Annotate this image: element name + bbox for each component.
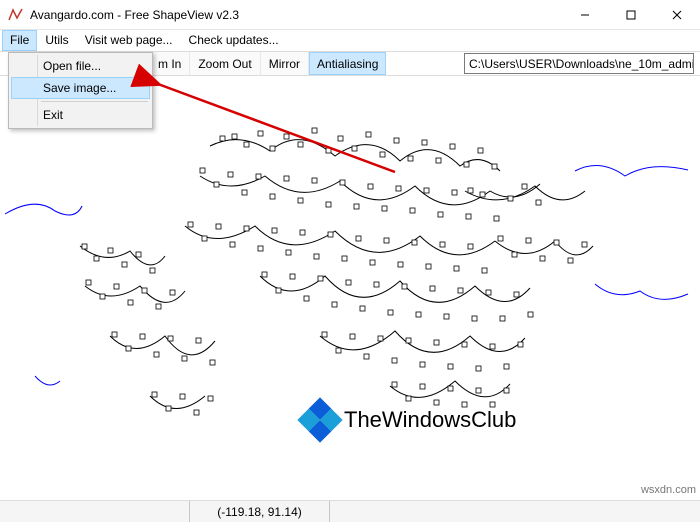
watermark: wsxdn.com [641, 484, 696, 496]
menu-separator [41, 101, 148, 102]
menu-exit[interactable]: Exit [11, 104, 150, 126]
menu-check-updates[interactable]: Check updates... [181, 30, 287, 51]
menu-file[interactable]: File [2, 30, 37, 51]
statusbar: (-119.18, 91.14) [0, 500, 700, 522]
titlebar: Avangardo.com - Free ShapeView v2.3 [0, 0, 700, 30]
thewindowsclub-logo: TheWindowsClub [300, 400, 516, 440]
status-coordinates: (-119.18, 91.14) [190, 501, 330, 522]
window-title: Avangardo.com - Free ShapeView v2.3 [30, 8, 239, 22]
status-cell-1 [0, 501, 190, 522]
antialiasing-toggle[interactable]: Antialiasing [309, 52, 386, 75]
map-canvas[interactable]: TheWindowsClub [0, 76, 700, 500]
menubar: File Utils Visit web page... Check updat… [0, 30, 700, 52]
zoom-in-button[interactable]: m In [150, 52, 190, 75]
file-path-field[interactable]: C:\Users\USER\Downloads\ne_10m_admin_0_b… [464, 53, 694, 74]
minimize-button[interactable] [562, 0, 608, 30]
maximize-button[interactable] [608, 0, 654, 30]
zoom-out-button[interactable]: Zoom Out [190, 52, 260, 75]
close-button[interactable] [654, 0, 700, 30]
menu-utils[interactable]: Utils [37, 30, 76, 51]
app-icon [8, 7, 24, 23]
twc-diamond-icon [297, 397, 342, 442]
mirror-button[interactable]: Mirror [261, 52, 309, 75]
status-cell-3 [330, 501, 700, 522]
menu-open-file[interactable]: Open file... [11, 55, 150, 77]
twc-logo-text: TheWindowsClub [344, 407, 516, 433]
file-menu-dropdown: Open file... Save image... Exit [8, 52, 153, 129]
menu-visit-web[interactable]: Visit web page... [77, 30, 181, 51]
menu-save-image[interactable]: Save image... [11, 77, 150, 99]
